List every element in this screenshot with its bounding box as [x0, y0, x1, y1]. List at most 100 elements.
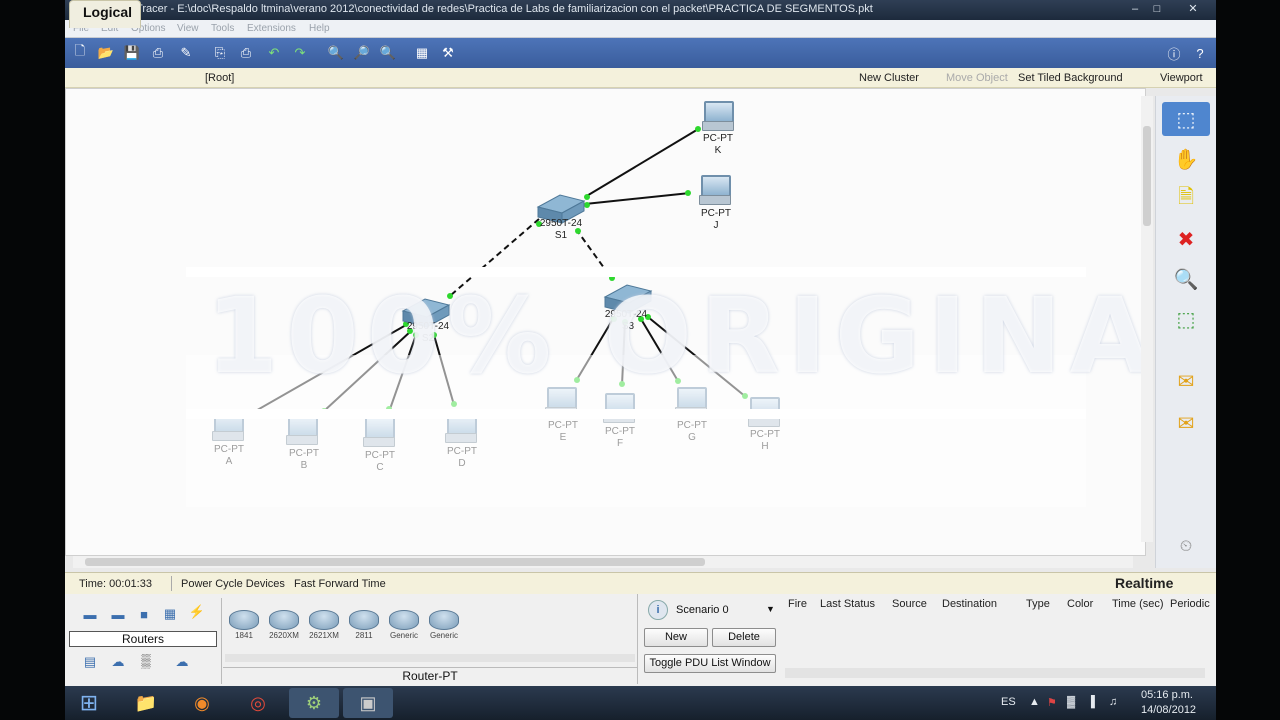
new-cluster-button[interactable]: New Cluster: [859, 72, 919, 84]
windows-taskbar: ⊞ 📁 ◉ ◎ ⚙ ▣ ES ▲ ⚑ ▓ ▐ ♫ 05:16 p.m. 14/0…: [65, 686, 1216, 720]
menu-help[interactable]: Help: [309, 23, 330, 34]
clock-time[interactable]: 05:16 p.m.: [1141, 689, 1193, 701]
delete-tool-icon[interactable]: ✖: [1162, 222, 1210, 256]
scenario-dropdown-chevron-icon[interactable]: ▼: [766, 604, 775, 614]
save-icon[interactable]: 💾: [123, 44, 141, 62]
add-complex-pdu-icon[interactable]: ✉: [1162, 406, 1210, 440]
watermark-text: 100% ORIGINAL: [206, 275, 1216, 397]
move-object-button[interactable]: Move Object: [946, 72, 1008, 84]
router-2811-label: 2811: [355, 631, 373, 640]
category-routers-icon[interactable]: ▬: [79, 606, 101, 622]
router-generic-2-icon: [429, 610, 459, 630]
add-simple-pdu-icon[interactable]: ✉: [1162, 364, 1210, 398]
category-custom-devices-icon[interactable]: ▒: [135, 652, 157, 668]
language-indicator[interactable]: ES: [1001, 696, 1016, 708]
chrome-icon[interactable]: ◎: [233, 688, 283, 718]
inspect-tool-icon[interactable]: 🔍: [1162, 262, 1210, 296]
scenario-select[interactable]: Scenario 0: [676, 604, 729, 616]
packet-tracer-taskbar-icon[interactable]: ⚙: [289, 688, 339, 718]
category-end-devices-icon[interactable]: ▤: [79, 654, 101, 670]
zoom-out-icon[interactable]: 🔍: [379, 44, 397, 62]
category-multiuser-icon[interactable]: ☁: [171, 654, 193, 670]
open-folder-icon[interactable]: 📂: [97, 44, 115, 62]
pc-k-type: PC-PT: [703, 133, 733, 144]
signal-icon[interactable]: ▐: [1087, 696, 1095, 708]
set-tiled-background-button[interactable]: Set Tiled Background: [1018, 72, 1123, 84]
main-toolbar: 🗋 📂 💾 ⎙ ✎ ⎘ ⎙ ↶ ↷ 🔍 🔎 🔍 ▦ ⚒ ⓘ ?: [65, 38, 1216, 68]
activity-wizard-icon[interactable]: ✎: [177, 44, 195, 62]
move-layout-hand-icon[interactable]: ✋: [1162, 142, 1210, 176]
delete-scenario-button[interactable]: Delete: [712, 628, 776, 647]
category-wan-emulation-icon[interactable]: ☁: [107, 654, 129, 670]
redo-icon[interactable]: ↷: [291, 44, 309, 62]
router-2811[interactable]: 2811: [346, 610, 382, 640]
menu-extensions[interactable]: Extensions: [247, 23, 296, 34]
pdu-list-scrollbar[interactable]: [785, 668, 1205, 678]
toggle-pdu-list-button[interactable]: Toggle PDU List Window: [644, 654, 776, 673]
selected-device-model: Router-PT: [223, 667, 637, 685]
pc-j-icon[interactable]: [699, 175, 731, 205]
category-connections-icon[interactable]: ⚡: [186, 604, 208, 620]
fast-forward-button[interactable]: Fast Forward Time: [294, 578, 386, 590]
undo-icon[interactable]: ↶: [265, 44, 283, 62]
category-hubs-icon[interactable]: ■: [133, 606, 155, 622]
recorder-taskbar-icon[interactable]: ▣: [343, 688, 393, 718]
horizontal-scroll-thumb[interactable]: [85, 558, 705, 566]
router-2621xm-label: 2621XM: [309, 631, 339, 640]
router-generic-1[interactable]: Generic: [386, 610, 422, 640]
simulation-clock-icon[interactable]: ⏲: [1162, 530, 1210, 564]
scenario-info-icon[interactable]: i: [648, 600, 668, 620]
volume-icon[interactable]: ♫: [1109, 696, 1117, 708]
zoom-in-icon[interactable]: 🔍: [327, 44, 345, 62]
col-color: Color: [1067, 598, 1094, 610]
device-list-scrollbar[interactable]: [225, 654, 635, 662]
router-2621xm[interactable]: 2621XM: [306, 610, 342, 640]
help-icon[interactable]: ?: [1191, 44, 1209, 62]
category-switches-icon[interactable]: ▬: [107, 606, 129, 622]
router-generic-1-icon: [389, 610, 419, 630]
info-icon[interactable]: ⓘ: [1165, 44, 1183, 62]
router-2620xm[interactable]: 2620XM: [266, 610, 302, 640]
router-1841[interactable]: 1841: [226, 610, 262, 640]
custom-device-icon[interactable]: ⚒: [439, 44, 457, 62]
copy-icon[interactable]: ⎘: [211, 44, 229, 62]
link-s1-j[interactable]: [584, 192, 691, 205]
root-breadcrumb[interactable]: [Root]: [205, 72, 234, 84]
power-cycle-button[interactable]: Power Cycle Devices: [181, 578, 285, 590]
title-bar: Cisco Packet Tracer - E:\doc\Respaldo lt…: [65, 0, 1216, 20]
tab-logical[interactable]: Logical: [69, 0, 141, 28]
menu-tools[interactable]: Tools: [211, 23, 234, 34]
select-tool-icon[interactable]: ⬚: [1162, 102, 1210, 136]
paste-icon[interactable]: ⎙: [237, 44, 255, 62]
watermark-bottom-rule: [186, 409, 1086, 419]
new-scenario-button[interactable]: New: [644, 628, 708, 647]
pc-k-icon[interactable]: [702, 101, 734, 131]
flag-icon[interactable]: ⚑: [1047, 696, 1057, 709]
minimize-button[interactable]: –: [1125, 2, 1145, 17]
palette-icon[interactable]: ▦: [413, 44, 431, 62]
status-bar: Time: 00:01:33 Power Cycle Devices Fast …: [65, 572, 1216, 594]
network-icon[interactable]: ▓: [1067, 696, 1075, 708]
router-generic-2[interactable]: Generic: [426, 610, 462, 640]
menu-view[interactable]: View: [177, 23, 199, 34]
logical-workspace[interactable]: 2950T-24 S1 2950T-24 S2 2950T-24 S3 PC-P…: [65, 88, 1216, 556]
vertical-scroll-thumb[interactable]: [1143, 126, 1151, 226]
show-hidden-icons-icon[interactable]: ▲: [1029, 696, 1040, 708]
print-icon[interactable]: ⎙: [149, 44, 167, 62]
link-s1-k[interactable]: [584, 127, 701, 198]
place-note-icon[interactable]: 🗎: [1162, 182, 1210, 216]
close-button[interactable]: ✕: [1183, 2, 1203, 17]
firefox-icon[interactable]: ◉: [177, 688, 227, 718]
logical-bar: [Root] New Cluster Move Object Set Tiled…: [65, 68, 1216, 88]
zoom-reset-icon[interactable]: 🔎: [353, 44, 371, 62]
viewport-button[interactable]: Viewport: [1160, 72, 1203, 84]
col-last-status: Last Status: [820, 598, 876, 610]
realtime-mode-label[interactable]: Realtime: [1115, 575, 1173, 591]
category-wireless-icon[interactable]: ▦: [159, 606, 181, 622]
clock-date[interactable]: 14/08/2012: [1141, 704, 1196, 716]
start-button-icon[interactable]: ⊞: [67, 688, 111, 718]
resize-shape-icon[interactable]: ⬚: [1162, 302, 1210, 336]
explorer-icon[interactable]: 📁: [121, 688, 171, 718]
maximize-button[interactable]: □: [1147, 2, 1167, 17]
new-file-icon[interactable]: 🗋: [71, 43, 89, 62]
